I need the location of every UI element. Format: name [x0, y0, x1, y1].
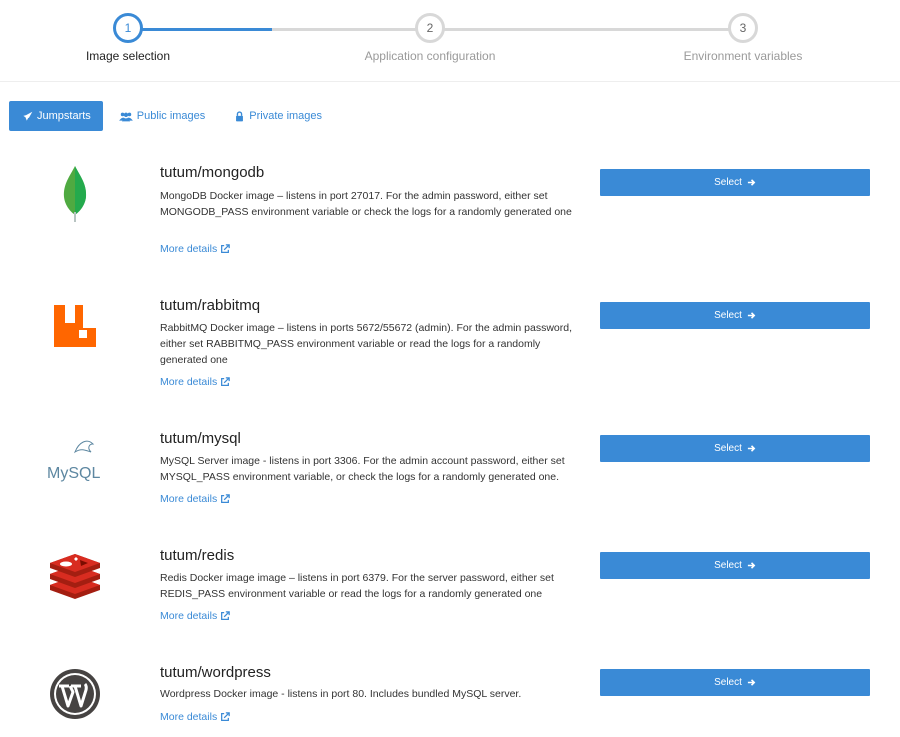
select-button[interactable]: Select — [600, 669, 870, 696]
select-label: Select — [714, 310, 742, 321]
lock-icon — [233, 110, 245, 122]
image-description: Redis Docker image image – listens in po… — [160, 572, 554, 600]
image-name: tutum/rabbitmq — [160, 297, 261, 314]
mysql-logo: MySQL — [42, 426, 108, 492]
more-details-link[interactable]: More details — [160, 376, 230, 388]
external-link-icon — [221, 244, 230, 253]
arrow-right-icon — [747, 178, 756, 187]
more-details-label: More details — [160, 610, 218, 622]
step-number: 2 — [415, 13, 445, 43]
image-description: MySQL Server image - listens in port 330… — [160, 455, 565, 483]
external-link-icon — [221, 494, 230, 503]
more-details-link[interactable]: More details — [160, 493, 230, 505]
arrow-right-icon — [747, 311, 756, 320]
more-details-label: More details — [160, 711, 218, 723]
more-details-link[interactable]: More details — [160, 610, 230, 622]
rabbitmq-logo — [42, 293, 108, 359]
select-label: Select — [714, 560, 742, 571]
tab-public-images[interactable]: Public images — [107, 101, 217, 131]
select-button[interactable]: Select — [600, 302, 870, 329]
more-details-label: More details — [160, 376, 218, 388]
tab-private-images[interactable]: Private images — [221, 101, 334, 131]
image-name: tutum/mysql — [160, 430, 241, 447]
external-link-icon — [221, 377, 230, 386]
arrow-right-icon — [747, 444, 756, 453]
arrow-right-icon — [747, 561, 756, 570]
more-details-link[interactable]: More details — [160, 243, 230, 255]
users-icon — [118, 110, 133, 122]
select-button[interactable]: Select — [600, 435, 870, 462]
step-label: Application configuration — [364, 49, 496, 63]
wordpress-logo — [42, 661, 108, 727]
image-source-tabs: Jumpstarts Public images Private images — [9, 101, 338, 131]
image-name: tutum/mongodb — [160, 164, 265, 181]
image-name: tutum/redis — [160, 547, 235, 564]
image-description: RabbitMQ Docker image – listens in ports… — [160, 322, 573, 366]
wizard-step-image-selection[interactable]: 1 Image selection — [28, 13, 228, 63]
step-label: Image selection — [85, 49, 171, 63]
wizard-progress: 1 Image selection 2 Application configur… — [0, 0, 900, 82]
more-details-link[interactable]: More details — [160, 711, 230, 723]
tab-label: Private images — [249, 110, 323, 122]
step-number: 3 — [728, 13, 758, 43]
image-description: Wordpress Docker image - listens in port… — [160, 688, 522, 700]
tab-label: Jumpstarts — [37, 110, 91, 122]
image-name: tutum/wordpress — [160, 664, 271, 681]
external-link-icon — [221, 712, 230, 721]
select-button[interactable]: Select — [600, 169, 870, 196]
image-description: MongoDB Docker image – listens in port 2… — [160, 190, 572, 218]
step-number: 1 — [113, 13, 143, 43]
select-label: Select — [714, 677, 742, 688]
tab-jumpstarts[interactable]: Jumpstarts — [9, 101, 103, 131]
select-label: Select — [714, 177, 742, 188]
wizard-step-environment-variables[interactable]: 3 Environment variables — [643, 13, 843, 63]
redis-logo — [42, 543, 108, 609]
select-label: Select — [714, 443, 742, 454]
wizard-step-application-configuration[interactable]: 2 Application configuration — [330, 13, 530, 63]
mongodb-logo — [42, 161, 108, 227]
arrow-right-icon — [747, 678, 756, 687]
step-label: Environment variables — [683, 49, 803, 63]
external-link-icon — [221, 611, 230, 620]
mysql-logo-text: MySQL — [47, 465, 100, 482]
more-details-label: More details — [160, 493, 218, 505]
tab-label: Public images — [136, 110, 206, 122]
rocket-icon — [21, 110, 33, 122]
more-details-label: More details — [160, 243, 218, 255]
select-button[interactable]: Select — [600, 552, 870, 579]
